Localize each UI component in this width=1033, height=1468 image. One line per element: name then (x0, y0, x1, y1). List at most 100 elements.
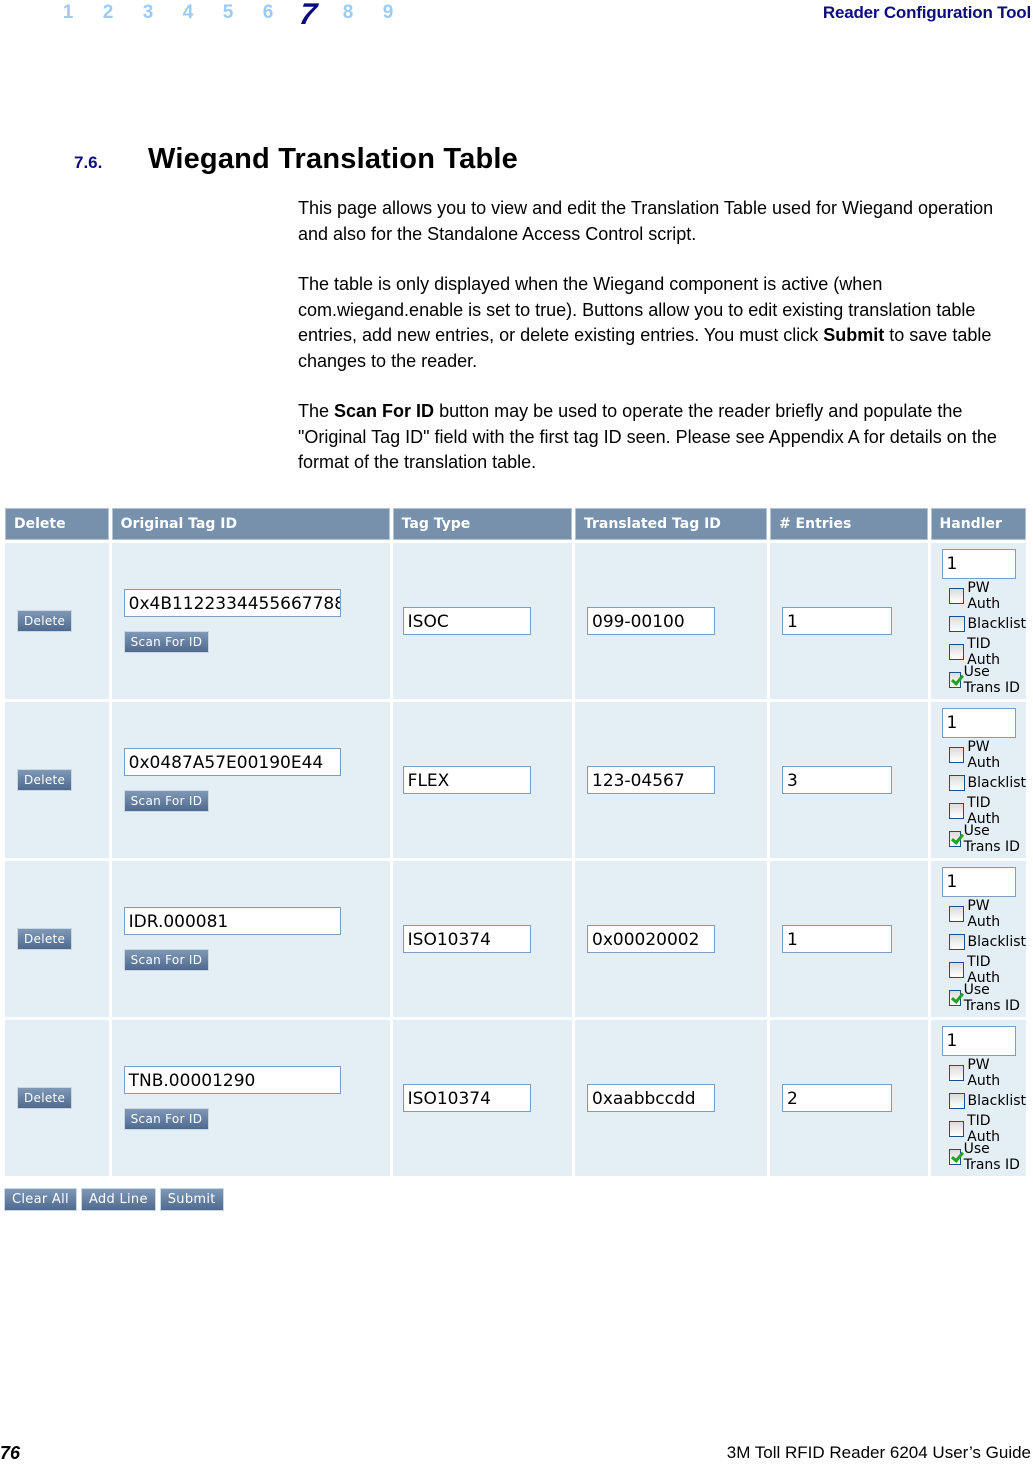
checkbox-tid-auth[interactable] (948, 1120, 965, 1137)
checkbox-use-trans-id[interactable] (948, 989, 961, 1006)
submit-button[interactable]: Submit (159, 1188, 224, 1211)
tag-type-cell: ISO10374 (392, 1020, 573, 1176)
checkbox-row-blacklist: Blacklist (948, 610, 1026, 638)
checkbox-use-trans-id[interactable] (948, 671, 961, 688)
handler-cell: 1 PW Auth Blacklist TID Auth Use Trans ID (930, 861, 1026, 1017)
handler-input[interactable]: 1 (941, 866, 1016, 897)
scan-for-id-button[interactable]: Scan For ID (123, 790, 210, 812)
translated-tag-id-input[interactable]: 0xaabbccdd (587, 1084, 716, 1112)
table-row: Delete 0x4B1122334455667788 Scan For ID ISO… (5, 543, 1026, 699)
checkbox-label: PW Auth (967, 738, 1001, 771)
tag-type-input[interactable]: ISO10374 (402, 925, 531, 953)
checkbox-row-pw-auth: PW Auth (948, 1057, 1026, 1089)
checkbox-row-use-trans-id: Use Trans ID (948, 663, 1026, 696)
tag-type-input[interactable]: ISOC (402, 607, 531, 635)
checkbox-row-use-trans-id: Use Trans ID (948, 823, 1026, 855)
chapter-link-3[interactable]: 3 (128, 0, 168, 26)
checkbox-blacklist[interactable] (948, 933, 965, 950)
translated-tag-id-input[interactable]: 099-00100 (587, 607, 716, 635)
checkbox-blacklist[interactable] (948, 1092, 965, 1109)
original-tag-id-input[interactable]: 0x0487A57E00190E44 (123, 748, 341, 776)
chapter-link-8[interactable]: 8 (328, 0, 368, 26)
handler-input[interactable]: 1 (941, 707, 1016, 738)
clear-all-button[interactable]: Clear All (4, 1188, 77, 1211)
entries-input[interactable]: 1 (781, 925, 892, 953)
checkbox-use-trans-id[interactable] (948, 1148, 961, 1165)
entries-cell: 2 (769, 1020, 928, 1176)
scan-for-id-button[interactable]: Scan For ID (123, 949, 210, 971)
checkbox-pw-auth[interactable] (948, 1064, 965, 1081)
chapter-link-5[interactable]: 5 (208, 0, 248, 26)
checkbox-row-use-trans-id: Use Trans ID (948, 1141, 1026, 1173)
chapter-nav: 123456789 (48, 0, 408, 34)
column-header-handler: Handler (930, 508, 1026, 540)
original-tag-id-input[interactable]: IDR.000081 (123, 907, 341, 935)
tag-type-input[interactable]: ISO10374 (402, 1084, 531, 1112)
translation-table-container: Delete Original Tag ID Tag Type Translat… (5, 508, 1032, 1179)
checkbox-tid-auth[interactable] (948, 643, 965, 660)
handler-input[interactable]: 1 (941, 548, 1016, 579)
original-tag-id-input[interactable]: TNB.00001290 (123, 1066, 341, 1094)
checkbox-label: PW Auth (967, 579, 1001, 612)
chapter-link-6[interactable]: 6 (248, 0, 288, 26)
delete-button[interactable]: Delete (17, 769, 73, 791)
tag-type-input[interactable]: FLEX (402, 766, 531, 794)
checkbox-label: Blacklist (967, 615, 1026, 632)
original-tag-id-input[interactable]: 0x4B1122334455667788 (123, 589, 341, 617)
translated-tag-id-input[interactable]: 0x00020002 (587, 925, 716, 953)
delete-button[interactable]: Delete (17, 928, 73, 950)
table-body: Delete 0x4B1122334455667788 Scan For ID ISO… (5, 543, 1026, 1176)
checkbox-row-blacklist: Blacklist (948, 769, 1026, 797)
section-number: 7.6. (74, 153, 103, 172)
handler-input[interactable]: 1 (941, 1025, 1016, 1056)
intro-paragraph: The table is only displayed when the Wie… (298, 272, 1018, 374)
entries-cell: 1 (769, 543, 928, 699)
tag-type-cell: ISO10374 (392, 861, 573, 1017)
checkbox-blacklist[interactable] (948, 774, 965, 791)
entries-input[interactable]: 1 (781, 607, 892, 635)
translated-tag-id-cell: 099-00100 (575, 543, 767, 699)
checkbox-label: Use Trans ID (963, 663, 1020, 696)
chapter-link-2[interactable]: 2 (88, 0, 128, 26)
checkbox-tid-auth[interactable] (948, 961, 965, 978)
handler-cell: 1 PW Auth Blacklist TID Auth Use Trans ID (930, 1020, 1026, 1176)
page-number: 76 (0, 1443, 21, 1463)
checkbox-row-pw-auth: PW Auth (948, 898, 1026, 930)
section-heading: 7.6. Wiegand Translation Table (74, 143, 518, 176)
checkbox-row-blacklist: Blacklist (948, 1087, 1026, 1115)
checkbox-pw-auth[interactable] (948, 746, 965, 763)
chapter-link-4[interactable]: 4 (168, 0, 208, 26)
checkbox-row-tid-auth: TID Auth (948, 795, 1026, 827)
delete-button[interactable]: Delete (17, 610, 73, 632)
scan-for-id-button[interactable]: Scan For ID (123, 1108, 210, 1130)
table-row: Delete IDR.000081 Scan For ID ISO10374 0x000… (5, 861, 1026, 1017)
entries-input[interactable]: 3 (781, 766, 892, 794)
chapter-link-7[interactable]: 7 (286, 0, 330, 31)
scan-for-id-button[interactable]: Scan For ID (123, 631, 210, 653)
delete-cell: Delete (5, 861, 109, 1017)
chapter-link-1[interactable]: 1 (48, 0, 88, 26)
add-line-button[interactable]: Add Line (80, 1188, 156, 1211)
page-title: Wiegand Translation Table (148, 143, 518, 175)
tag-type-cell: ISOC (392, 543, 573, 699)
checkbox-use-trans-id[interactable] (948, 830, 961, 847)
checkbox-row-blacklist: Blacklist (948, 928, 1026, 956)
table-actions: Clear All Add Line Submit (4, 1188, 224, 1211)
checkbox-row-use-trans-id: Use Trans ID (948, 981, 1026, 1014)
translated-tag-id-input[interactable]: 123-04567 (587, 766, 716, 794)
entries-input[interactable]: 2 (781, 1084, 892, 1112)
translated-tag-id-cell: 0xaabbccdd (575, 1020, 767, 1176)
checkbox-tid-auth[interactable] (948, 802, 965, 819)
checkbox-pw-auth[interactable] (948, 587, 965, 604)
column-header-entries: # Entries (769, 508, 928, 540)
translated-tag-id-cell: 0x00020002 (575, 861, 767, 1017)
chapter-link-9[interactable]: 9 (368, 0, 408, 26)
checkbox-pw-auth[interactable] (948, 905, 965, 922)
checkbox-blacklist[interactable] (948, 615, 965, 632)
translation-table: Delete Original Tag ID Tag Type Translat… (2, 505, 1029, 1179)
delete-cell: Delete (5, 543, 109, 699)
checkbox-label: Use Trans ID (963, 981, 1020, 1014)
delete-button[interactable]: Delete (17, 1087, 73, 1109)
entries-cell: 3 (769, 702, 928, 858)
delete-cell: Delete (5, 1020, 109, 1176)
